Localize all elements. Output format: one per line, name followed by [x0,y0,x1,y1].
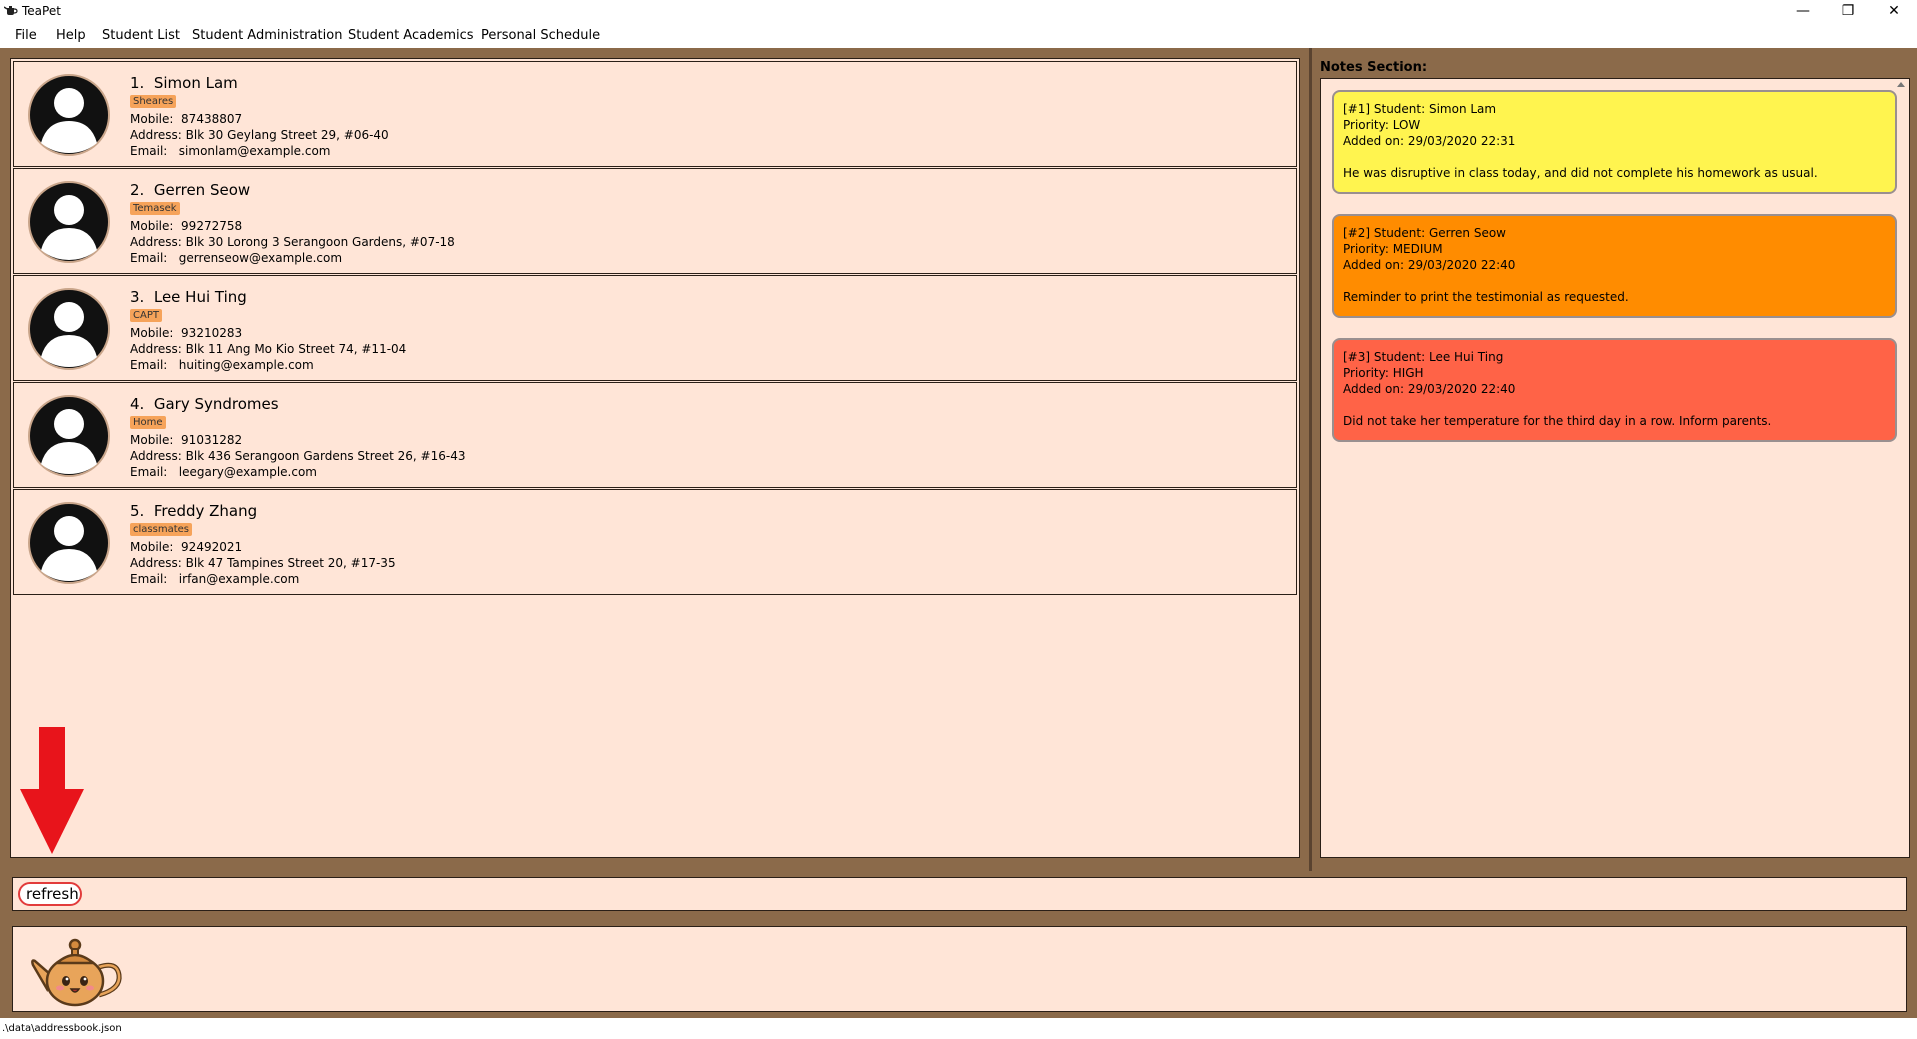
note-header: [#1] Student: Simon Lam [1343,102,1497,116]
command-box [12,877,1907,911]
student-mobile: Mobile: 93210283 [130,326,243,340]
note-added: Added on: 29/03/2020 22:40 [1343,258,1516,272]
note-added: Added on: 29/03/2020 22:40 [1343,382,1516,396]
note-card-low[interactable]: [#1] Student: Simon Lam Priority: LOW Ad… [1332,90,1897,194]
student-mobile: Mobile: 87438807 [130,112,243,126]
student-name: 5. Freddy Zhang [130,502,258,520]
status-bar: .\data\addressbook.json [0,1018,1917,1039]
menu-student-administration[interactable]: Student Administration [192,28,342,43]
note-priority: Priority: LOW [1343,118,1421,132]
menu-file[interactable]: File [15,28,37,43]
note-card-medium[interactable]: [#2] Student: Gerren Seow Priority: MEDI… [1332,214,1897,318]
student-name: 2. Gerren Seow [130,181,251,199]
window-title: TeaPet [22,4,61,18]
student-address: Address: Blk 30 Lorong 3 Serangoon Garde… [130,235,455,249]
minimize-icon[interactable]: — [1780,0,1826,22]
note-priority: Priority: MEDIUM [1343,242,1443,256]
student-mobile: Mobile: 92492021 [130,540,243,554]
note-text: He was disruptive in class today, and di… [1343,166,1818,180]
avatar [28,395,110,477]
restore-icon[interactable]: ❐ [1825,0,1871,22]
menu-student-academics[interactable]: Student Academics [348,28,474,43]
student-name: 4. Gary Syndromes [130,395,279,413]
teapot-app-icon [4,6,18,15]
student-card[interactable]: 2. Gerren Seow Temasek Mobile: 99272758 … [13,168,1297,274]
student-mobile: Mobile: 99272758 [130,219,243,233]
student-card[interactable]: 3. Lee Hui Ting CAPT Mobile: 93210283 Ad… [13,275,1297,381]
title-bar: TeaPet — ❐ ✕ [0,0,1917,22]
result-display [12,926,1907,1012]
red-arrow-annotation [20,727,84,854]
student-card[interactable]: 4. Gary Syndromes Home Mobile: 91031282 … [13,382,1297,488]
student-mobile: Mobile: 91031282 [130,433,243,447]
student-email: Email: huiting@example.com [130,358,314,372]
command-input[interactable] [18,882,82,906]
student-tag: Temasek [130,202,180,215]
panel-divider[interactable] [1309,48,1312,871]
student-email: Email: leegary@example.com [130,465,317,479]
student-list-panel[interactable]: 1. Simon Lam Sheares Mobile: 87438807 Ad… [10,58,1300,858]
student-address: Address: Blk 30 Geylang Street 29, #06-4… [130,128,389,142]
data-file-path: .\data\addressbook.json [2,1023,122,1034]
scroll-up-icon[interactable] [1897,82,1905,87]
student-name: 1. Simon Lam [130,74,238,92]
menu-student-list[interactable]: Student List [102,28,180,43]
notes-panel[interactable]: [#1] Student: Simon Lam Priority: LOW Ad… [1320,78,1910,858]
note-text: Reminder to print the testimonial as req… [1343,290,1629,304]
note-text: Did not take her temperature for the thi… [1343,414,1772,428]
student-address: Address: Blk 47 Tampines Street 20, #17-… [130,556,396,570]
menu-personal-schedule[interactable]: Personal Schedule [481,28,600,43]
student-email: Email: irfan@example.com [130,572,300,586]
student-card[interactable]: 1. Simon Lam Sheares Mobile: 87438807 Ad… [13,61,1297,167]
student-email: Email: simonlam@example.com [130,144,331,158]
student-tag: Sheares [130,95,177,108]
note-header: [#3] Student: Lee Hui Ting [1343,350,1504,364]
student-address: Address: Blk 11 Ang Mo Kio Street 74, #1… [130,342,407,356]
note-added: Added on: 29/03/2020 22:31 [1343,134,1516,148]
avatar [28,181,110,263]
avatar [28,502,110,584]
avatar [28,288,110,370]
student-tag: Home [130,416,166,429]
student-name: 3. Lee Hui Ting [130,288,247,306]
close-icon[interactable]: ✕ [1871,0,1917,22]
note-priority: Priority: HIGH [1343,366,1424,380]
student-address: Address: Blk 436 Serangoon Gardens Stree… [130,449,466,463]
student-email: Email: gerrenseow@example.com [130,251,343,265]
teapot-mascot-icon [31,938,122,1007]
notes-section-title: Notes Section: [1320,60,1428,75]
menu-bar: File Help Student List Student Administr… [0,25,1917,47]
note-header: [#2] Student: Gerren Seow [1343,226,1506,240]
avatar [28,74,110,156]
note-card-high[interactable]: [#3] Student: Lee Hui Ting Priority: HIG… [1332,338,1897,442]
student-tag: CAPT [130,309,162,322]
student-card[interactable]: 5. Freddy Zhang classmates Mobile: 92492… [13,489,1297,595]
student-tag: classmates [130,523,192,536]
menu-help[interactable]: Help [56,28,86,43]
